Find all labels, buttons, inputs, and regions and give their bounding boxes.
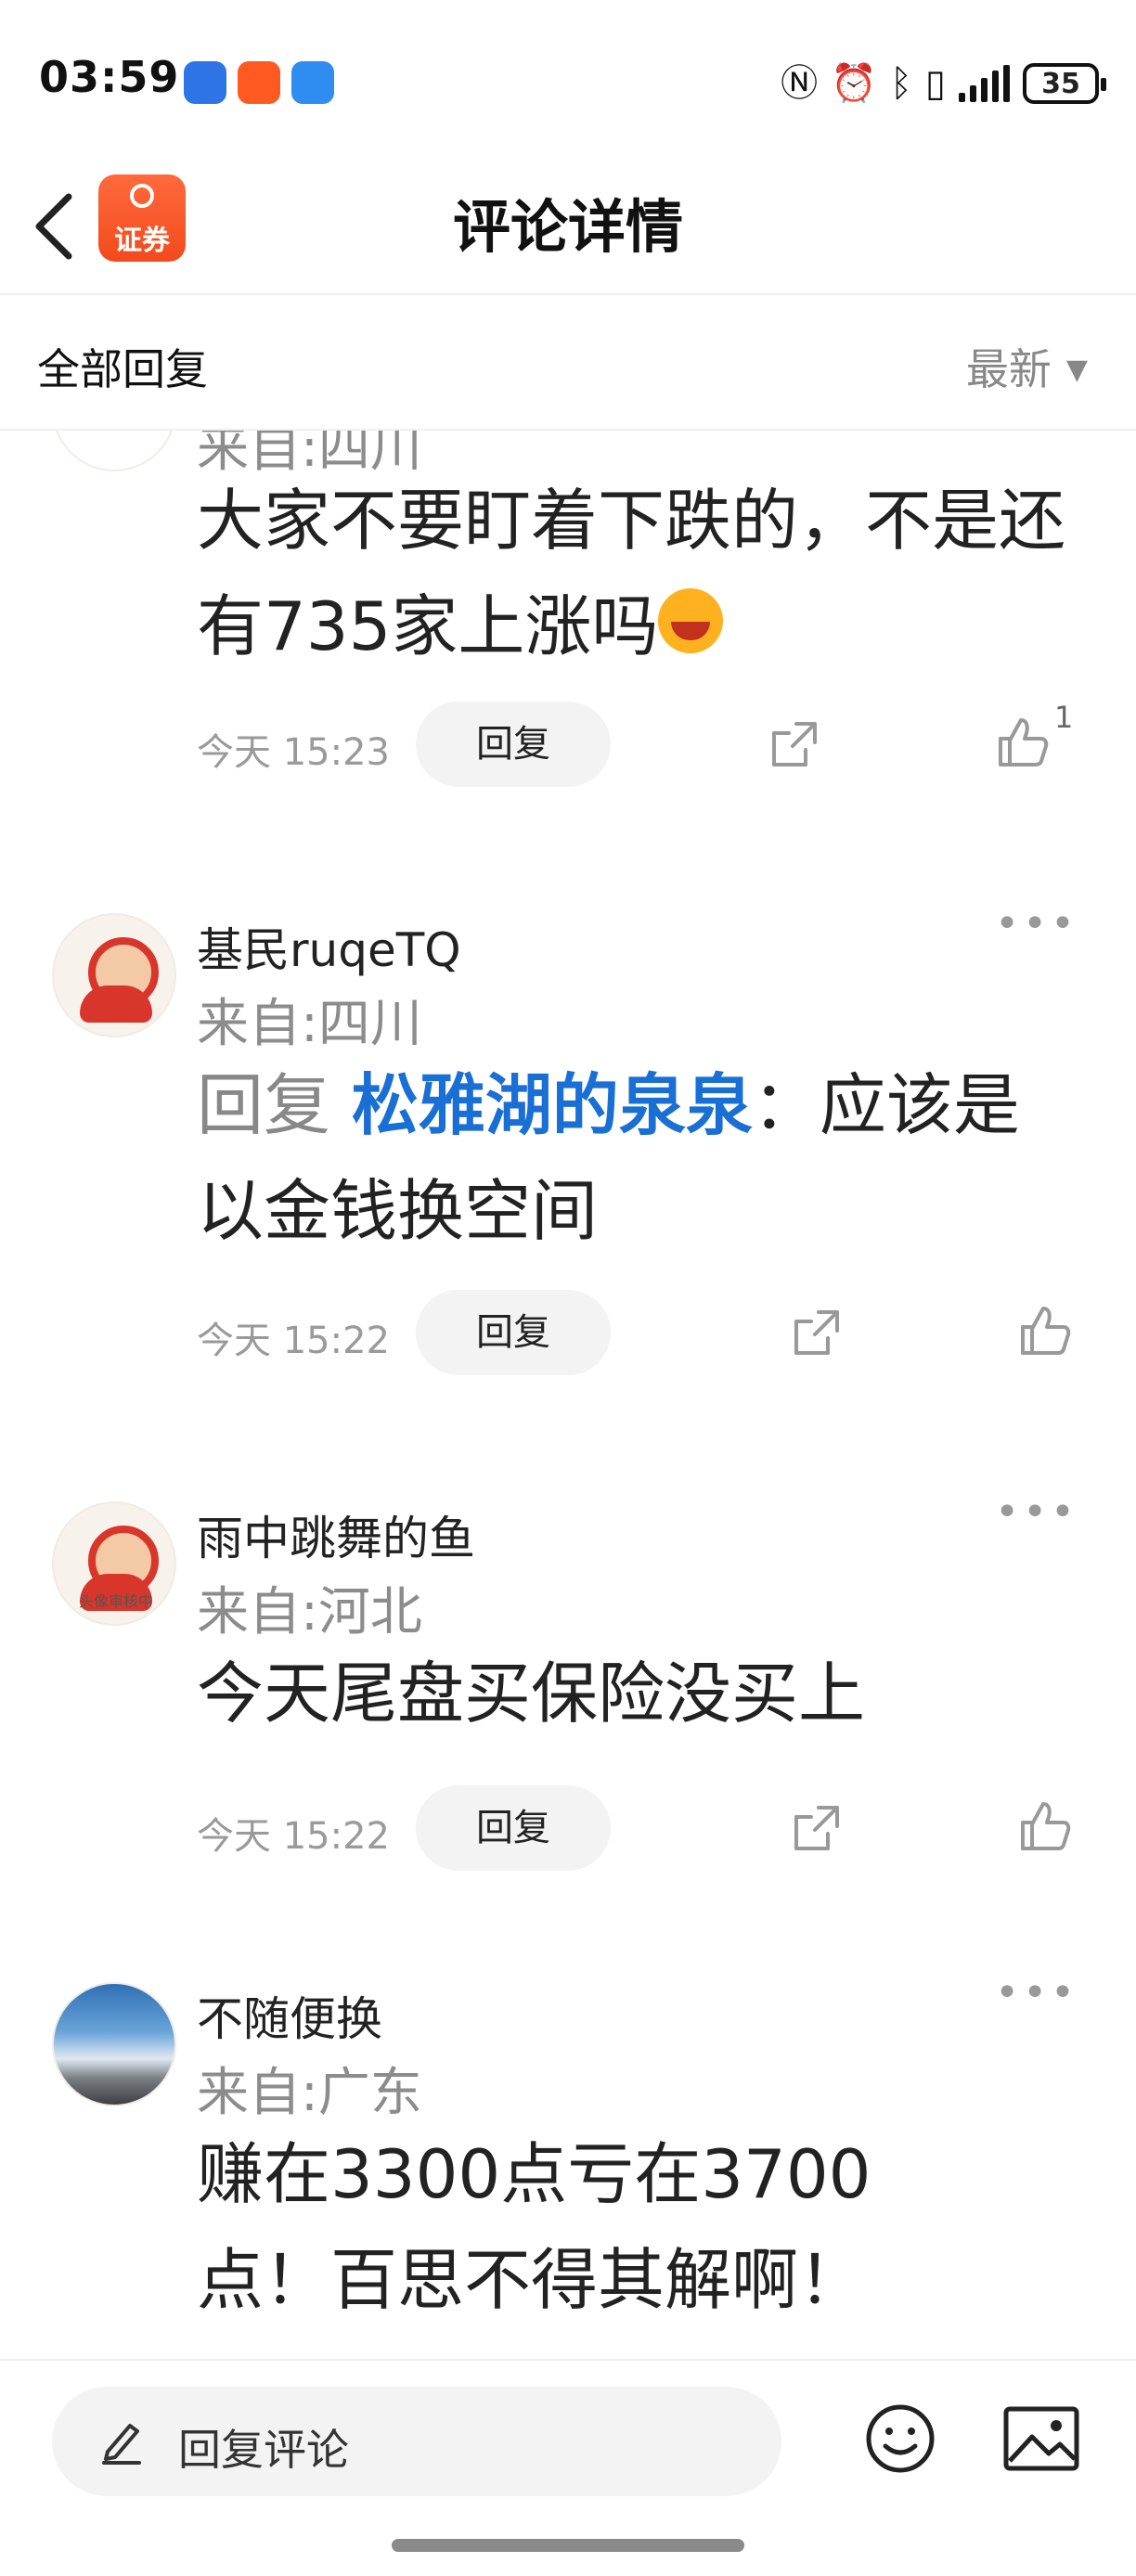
reply-button[interactable]: 回复 [416, 702, 611, 787]
status-time: 03:59 [39, 52, 180, 102]
comment-text: 大家不要盯着下跌的，不是还有735家上涨吗 [197, 482, 1066, 665]
comment-username[interactable]: 雨中跳舞的鱼 [197, 1501, 475, 1568]
comment-meta: 今天 15:22 回复 [197, 1290, 1088, 1375]
all-replies-label: 全部回复 [37, 344, 208, 394]
comment-item: 来自:四川 大家不要盯着下跌的，不是还有735家上涨吗 今天 15:23 回复 … [0, 431, 1136, 857]
reply-button[interactable]: 回复 [416, 1290, 611, 1375]
comment-username[interactable]: 基民ruqeTQ [197, 913, 461, 980]
avatar-review-caption: 头像审核中 [78, 1592, 153, 1610]
emoji-icon[interactable] [863, 2402, 937, 2476]
comment-content: 今天尾盘买保险没买上 [197, 1641, 1069, 1746]
home-indicator[interactable] [392, 2539, 744, 2552]
sort-label: 最新 [965, 344, 1052, 394]
comment-date: 今天 15:23 [197, 731, 390, 774]
avatar[interactable] [52, 1982, 176, 2106]
comment-date: 今天 15:22 [197, 1815, 390, 1858]
bottom-input-bar: 回复评论 [0, 2359, 1136, 2576]
comment-location: 来自:广东 [197, 2063, 422, 2123]
nfc-icon: Ⓝ [781, 62, 819, 105]
comment-content: 回复 松雅湖的泉泉：应该是以金钱换空间 [197, 1052, 1069, 1264]
status-bar: 03:59 Ⓝ ⏰ ᛒ ▯ 35 [0, 0, 1136, 158]
caret-down-icon: ▼ [1065, 354, 1088, 386]
comment-item: 头像审核中 雨中跳舞的鱼 ••• 来自:河北 今天尾盘买保险没买上 今天 15:… [0, 1488, 1136, 1984]
mention-link[interactable]: 松雅湖的泉泉 [352, 1066, 753, 1144]
comment-text: 赚在3300点亏在3700点！百思不得其解啊！ [197, 2135, 871, 2319]
alarm-icon: ⏰ [831, 62, 877, 105]
status-icons: Ⓝ ⏰ ᛒ ▯ 35 [781, 56, 1106, 111]
more-options-icon[interactable]: ••• [995, 900, 1078, 947]
avatar[interactable] [52, 913, 176, 1037]
page-title: 评论详情 [452, 193, 683, 261]
nav-bar: 证券 评论详情 [0, 158, 1136, 295]
comment-date: 今天 15:22 [197, 1320, 390, 1362]
bluetooth-icon: ᛒ [889, 62, 912, 105]
battery-icon: 35 [1023, 63, 1106, 104]
comment-content: 大家不要盯着下跌的，不是还有735家上涨吗 [197, 468, 1069, 679]
reply-button[interactable]: 回复 [416, 1785, 611, 1871]
comment-location: 来自:四川 [197, 994, 422, 1054]
reply-input-placeholder: 回复评论 [178, 2425, 349, 2475]
security-app-icon [184, 61, 226, 104]
signal-icon [959, 65, 1010, 102]
share-icon[interactable] [791, 1307, 843, 1359]
share-icon[interactable] [791, 1802, 843, 1854]
avatar[interactable]: 头像审核中 [52, 1501, 176, 1626]
reply-prefix: 回复 [197, 1066, 331, 1144]
comment-username[interactable]: 不随便换 [197, 1982, 382, 2049]
vibrate-icon: ▯ [924, 62, 946, 105]
more-options-icon[interactable]: ••• [995, 1488, 1078, 1536]
edit-icon [102, 2424, 141, 2465]
comment-list[interactable]: 来自:四川 大家不要盯着下跌的，不是还有735家上涨吗 今天 15:23 回复 … [0, 431, 1136, 2359]
filter-bar: 全部回复 最新 ▼ [0, 295, 1136, 431]
messages-app-icon [291, 61, 334, 104]
laughing-emoji-icon [658, 588, 724, 653]
image-icon[interactable] [1002, 2405, 1080, 2472]
comment-meta: 今天 15:22 回复 [197, 1785, 1088, 1871]
comment-location: 来自:河北 [197, 1582, 422, 1642]
comment-meta: 今天 15:23 回复 1 [197, 700, 1088, 787]
like-count: 1 [1054, 700, 1074, 735]
comment-text: 今天尾盘买保险没买上 [197, 1655, 866, 1732]
comment-content: 赚在3300点亏在3700点！百思不得其解啊！ [197, 2121, 995, 2333]
comment-item: 基民ruqeTQ ••• 来自:四川 回复 松雅湖的泉泉：应该是以金钱换空间 今… [0, 900, 1136, 1488]
comment-item: 不随便换 ••• 来自:广东 赚在3300点亏在3700点！百思不得其解啊！ [0, 1969, 1136, 2359]
reply-input[interactable]: 回复评论 [52, 2387, 781, 2496]
securities-app-icon [238, 61, 280, 104]
thumbs-up-icon[interactable] [1017, 1798, 1073, 1854]
more-options-icon[interactable]: ••• [995, 1969, 1078, 2016]
sort-dropdown[interactable]: 最新 ▼ [966, 336, 1088, 397]
thumbs-up-icon[interactable] [995, 715, 1051, 770]
thumbs-up-icon[interactable] [1017, 1303, 1073, 1359]
avatar[interactable] [52, 431, 176, 471]
share-icon[interactable] [768, 718, 820, 770]
